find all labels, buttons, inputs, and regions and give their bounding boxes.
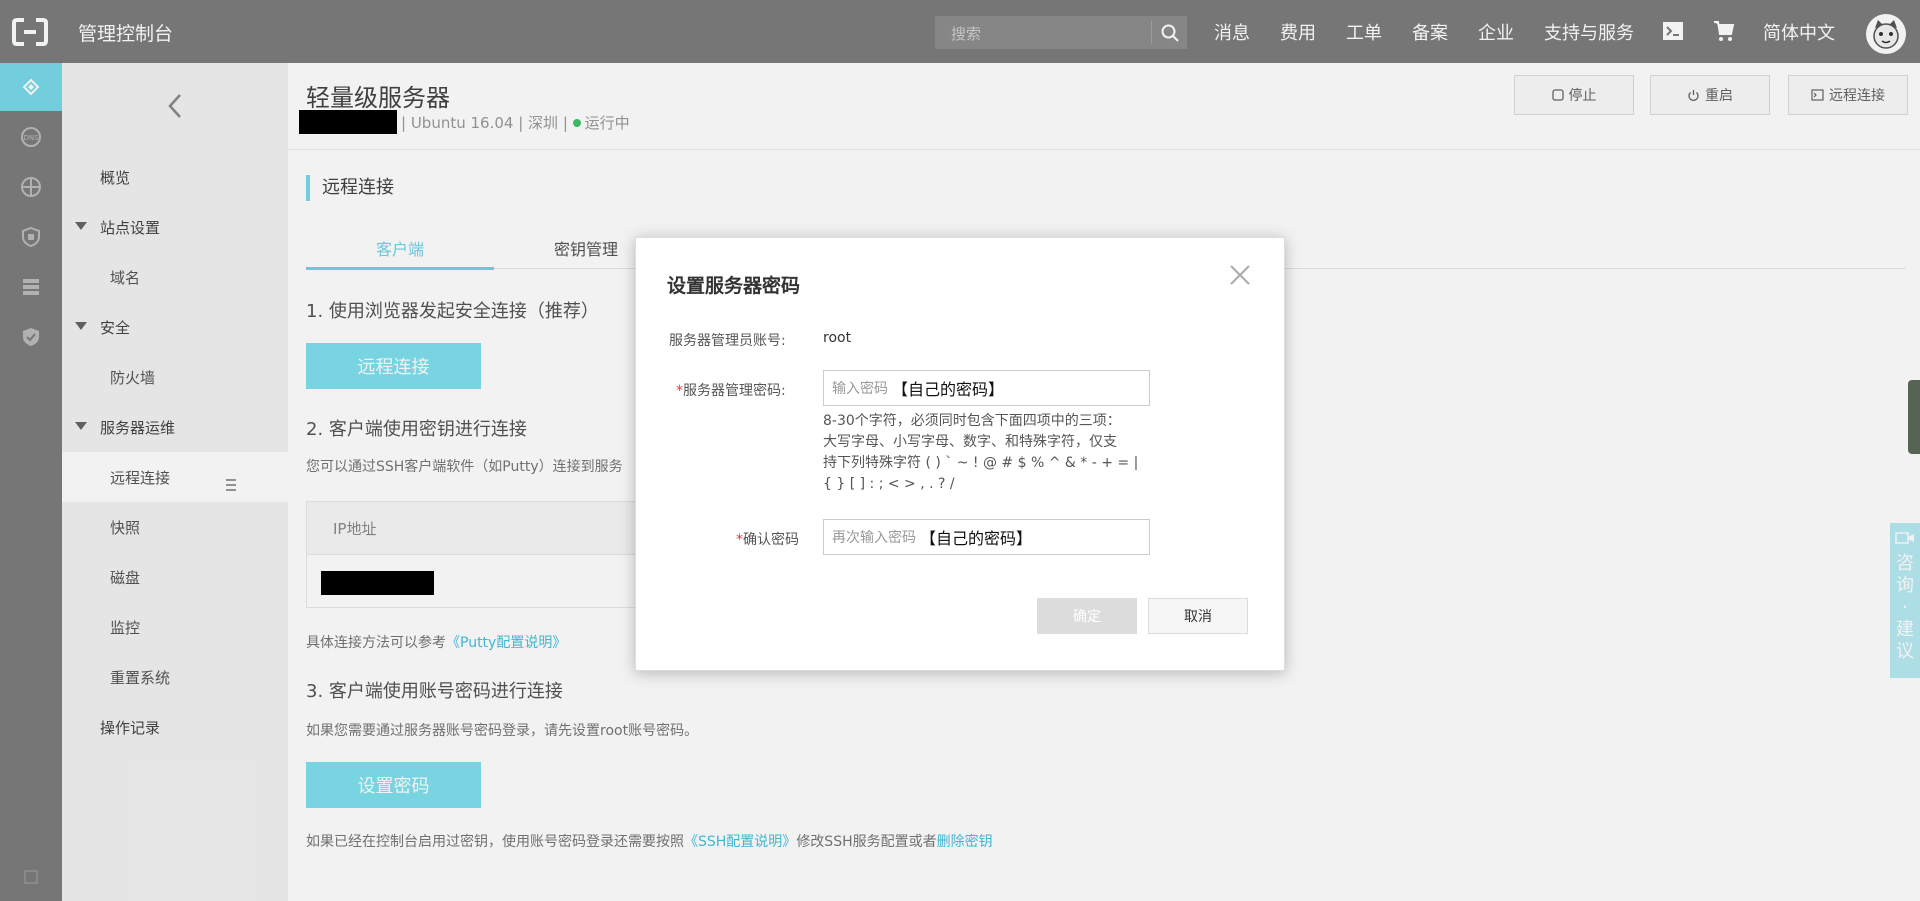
set-password-dialog: 设置服务器密码 服务器管理员账号: root *服务器管理密码: 输入密码 【自… xyxy=(635,237,1285,671)
password-annotation: 【自己的密码】 xyxy=(892,380,1005,399)
cancel-button[interactable]: 取消 xyxy=(1148,598,1248,634)
confirm-label-text: 确认密码 xyxy=(743,532,799,548)
confirm-password-field[interactable]: 再次输入密码 【自己的密码】 xyxy=(823,519,1150,555)
required-mark: * xyxy=(736,532,743,548)
rule-line: { } [ ] : ; < > , . ? / xyxy=(823,476,955,492)
dialog-title: 设置服务器密码 xyxy=(667,275,801,297)
password-placeholder: 输入密码 xyxy=(832,381,888,397)
confirm-annotation: 【自己的密码】 xyxy=(920,529,1033,548)
admin-account-label: 服务器管理员账号: xyxy=(669,333,786,349)
rule-line: 8-30个字符，必须同时包含下面四项中的三项： xyxy=(823,413,1121,429)
password-label-text: 服务器管理密码: xyxy=(683,383,786,399)
required-mark: * xyxy=(676,383,683,399)
confirm-button[interactable]: 确定 xyxy=(1037,598,1137,634)
confirm-password-label: *确认密码 xyxy=(736,529,799,549)
password-field[interactable]: 输入密码 【自己的密码】 xyxy=(823,370,1150,406)
confirm-placeholder: 再次输入密码 xyxy=(832,530,916,546)
admin-account-value: root xyxy=(823,330,852,346)
rule-line: 大写字母、小写字母、数字、和特殊字符，仅支 xyxy=(823,434,1117,450)
password-rules: 8-30个字符，必须同时包含下面四项中的三项： 大写字母、小写字母、数字、和特殊… xyxy=(823,411,1153,495)
rule-line: 持下列特殊字符 ( ) ` ~ ! @ # $ % ^ & * - + = | xyxy=(823,455,1139,471)
close-icon[interactable] xyxy=(1228,263,1252,287)
password-label: *服务器管理密码: xyxy=(676,380,786,400)
